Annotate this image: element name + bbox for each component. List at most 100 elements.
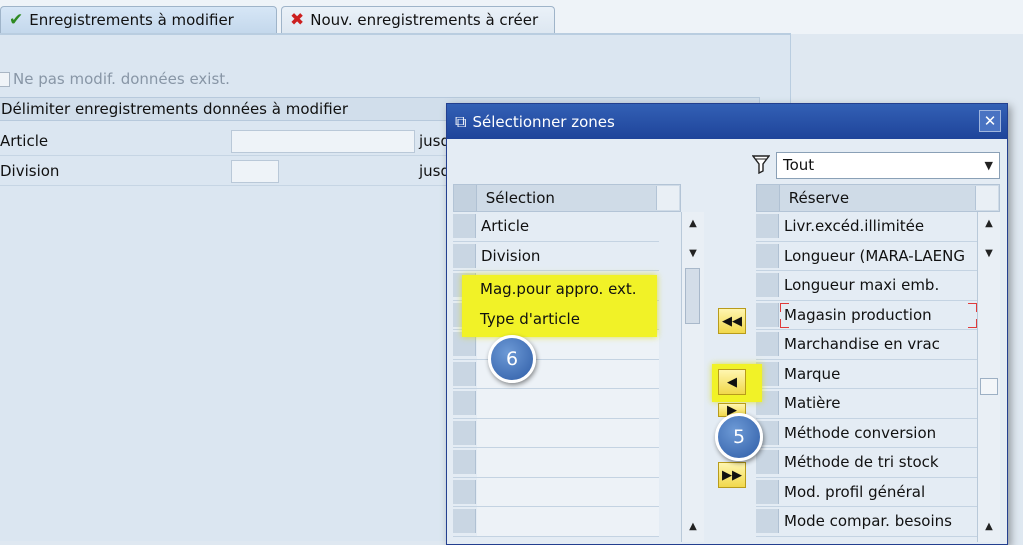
reserve-item-label: Mod. profil général [784,482,926,501]
reserve-item-label: Magasin production [784,305,932,324]
empty-row[interactable] [453,477,659,507]
reserve-item-label: Méthode de tri stock [784,453,939,471]
division-from-input[interactable] [231,160,279,183]
selection-list: Article Division [453,212,659,537]
row-selector[interactable] [756,479,779,504]
field-label: Article [0,132,49,150]
reserve-header-label: Réserve [788,189,850,207]
scroll-up-icon[interactable]: ▲ [978,517,1000,537]
list-item[interactable]: Longueur (MARA-LAENG [756,242,977,271]
row-selector[interactable] [453,361,476,386]
list-item[interactable]: Mod. profil général [756,478,977,507]
row-selector[interactable] [756,214,779,238]
list-item[interactable]: Méthode de tri stock [756,448,977,478]
scroll-thumb[interactable] [685,268,700,324]
scroll-down-icon[interactable]: ▼ [978,244,1000,264]
row-selector[interactable] [756,273,779,297]
double-arrow-right-icon: ▶▶ [722,467,742,483]
empty-row[interactable] [453,418,659,448]
list-item[interactable]: Matière [756,389,977,419]
list-item[interactable]: Division [453,242,659,271]
empty-row[interactable] [453,389,659,419]
row-selector[interactable] [756,332,779,356]
scroll-thumb[interactable] [980,378,998,395]
scroll-down-icon[interactable]: ▼ [682,244,704,264]
row-selector[interactable] [453,243,476,268]
close-button[interactable]: ✕ [979,110,1001,132]
red-x-icon: ✖ [290,9,305,30]
tab-records-to-modify[interactable]: ✔ Enregistrements à modifier [0,6,277,33]
focus-corner [968,319,977,328]
field-label: Division [0,162,60,180]
list-item[interactable]: Livr.excéd.illimitée [756,212,977,242]
reserve-item-label: Matière [784,394,841,412]
selection-column-header: Sélection [453,184,681,212]
empty-row[interactable] [453,507,659,537]
list-item[interactable]: Marchandise en vrac [756,330,977,360]
select-all-reserve[interactable] [757,185,780,211]
filter-dropdown[interactable]: Tout ▼ [776,152,1000,179]
row-selector[interactable] [756,450,779,474]
field-row-division: Division jusq [0,158,450,186]
empty-cell [477,448,659,477]
reserve-column-header: Réserve [756,184,1000,212]
arrow-left-icon: ◀ [727,374,737,390]
scroll-up-icon[interactable]: ▲ [682,214,704,234]
row-selector[interactable] [756,302,779,327]
scroll-up-icon[interactable]: ▲ [682,517,704,537]
filter-value: Tout [783,156,815,174]
dialog-titlebar[interactable]: ⧉ Sélectionner zones ✕ [447,104,1007,139]
dialog-window-icon: ⧉ [455,111,467,131]
reserve-list: Livr.excéd.illimitée Longueur (MARA-LAEN… [756,212,977,537]
list-item[interactable]: Magasin production [756,301,977,330]
list-item[interactable]: Marque [756,360,977,389]
reserve-item-label: Mode compar. besoins [784,512,952,530]
row-selector[interactable] [756,243,779,268]
focus-corner [968,302,977,312]
row-selector[interactable] [453,391,476,415]
checkmark-icon: ✔ [9,9,24,30]
selection-item-label: Division [481,246,541,265]
move-left-button[interactable]: ◀ [718,369,746,395]
selection-scrollbar[interactable]: ▲ ▼ ▲ [681,212,704,542]
filter-icon[interactable] [752,154,770,174]
move-all-right-button[interactable]: ▶▶ [718,462,746,488]
reserve-scrollbar[interactable]: ▲ ▼ ▲ [977,212,1000,542]
list-item[interactable]: Méthode conversion [756,419,977,448]
row-selector[interactable] [453,420,476,445]
empty-cell [477,418,659,447]
empty-cell [477,389,659,418]
list-item[interactable]: Mode compar. besoins [756,507,977,537]
empty-cell [477,507,659,536]
tab-new-records-to-create[interactable]: ✖ Nouv. enregistrements à créer [281,6,555,33]
dialog-title: Sélectionner zones [472,112,615,131]
list-item[interactable]: Article [453,212,659,242]
selection-column-config[interactable] [656,186,679,210]
scroll-up-icon[interactable]: ▲ [978,214,1000,234]
selection-header-label: Sélection [485,189,555,207]
tab-label: Nouv. enregistrements à créer [310,11,539,29]
reserve-item-label: Livr.excéd.illimitée [784,217,925,235]
list-item[interactable]: Longueur maxi emb. [756,271,977,301]
article-from-input[interactable] [231,130,415,153]
selection-item-label[interactable]: Mag.pour appro. ext. [480,280,637,298]
selection-item-label[interactable]: Type d'article [480,310,580,328]
row-selector[interactable] [453,479,476,504]
reserve-item-label: Longueur (MARA-LAENG [784,246,965,265]
no-modify-checkbox[interactable] [0,71,10,87]
reserve-column-config[interactable] [975,186,998,210]
no-modify-option[interactable]: Ne pas modif. données exist. [0,70,230,88]
row-selector[interactable] [453,214,476,238]
double-arrow-left-icon: ◀◀ [722,313,742,329]
row-selector[interactable] [453,450,476,474]
empty-row[interactable] [453,448,659,478]
reserve-item-label: Marque [784,364,841,383]
empty-row[interactable] [453,359,659,389]
row-selector[interactable] [453,509,476,533]
select-all-selection[interactable] [454,185,477,211]
step-badge-6: 6 [488,335,536,383]
chevron-down-icon: ▼ [984,159,993,172]
focus-corner [780,302,789,312]
row-selector[interactable] [756,509,779,533]
move-all-left-button[interactable]: ◀◀ [718,308,746,334]
